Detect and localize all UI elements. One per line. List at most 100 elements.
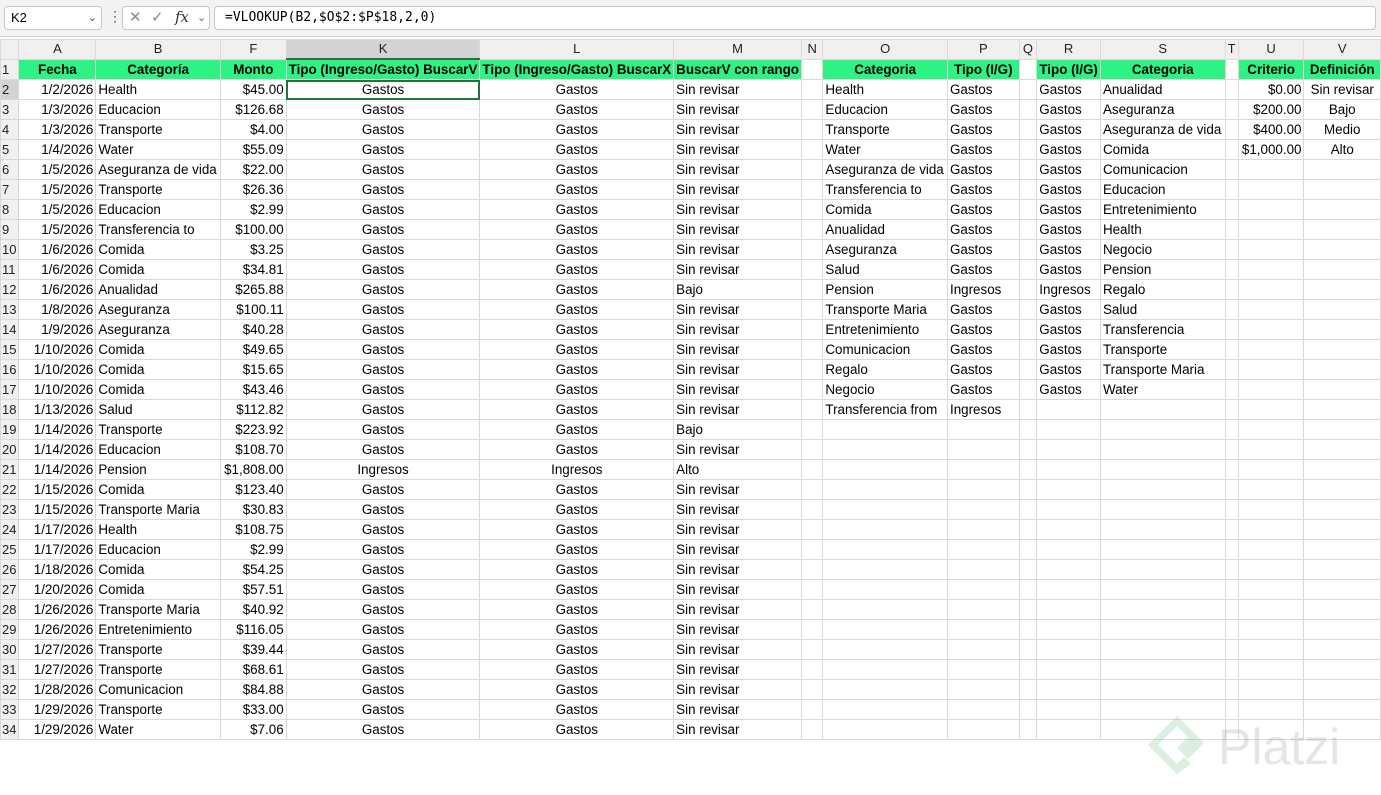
lookup-category-cell[interactable]: Negocio <box>822 379 948 400</box>
xlookup-type-cell[interactable]: Gastos <box>479 559 675 580</box>
lookup-category-cell[interactable]: Transporte Maria <box>1099 359 1226 380</box>
amount-cell[interactable]: $126.68 <box>219 99 287 120</box>
lookup-type-cell[interactable]: Gastos <box>1036 99 1101 120</box>
lookup-category-cell[interactable]: Health <box>822 79 948 100</box>
empty-cell[interactable] <box>1303 719 1381 740</box>
category-cell[interactable]: Comida <box>95 339 221 360</box>
lookup-type-cell[interactable]: Gastos <box>1036 199 1101 220</box>
lookup-category-cell[interactable]: Entretenimiento <box>1099 199 1226 220</box>
empty-cell[interactable] <box>1018 519 1038 540</box>
xlookup-type-cell[interactable]: Gastos <box>479 79 675 100</box>
empty-cell[interactable] <box>1036 399 1101 420</box>
empty-cell[interactable] <box>1018 259 1038 280</box>
empty-cell[interactable] <box>1036 479 1101 500</box>
empty-cell[interactable] <box>1224 79 1239 100</box>
xlookup-type-cell[interactable]: Ingresos <box>479 459 675 480</box>
empty-cell[interactable] <box>822 699 948 720</box>
vlookup-type-cell[interactable]: Gastos <box>285 339 481 360</box>
date-cell[interactable]: 1/15/2026 <box>18 499 97 520</box>
empty-cell[interactable] <box>800 58 824 80</box>
lookup-category-cell[interactable]: Pension <box>822 279 948 300</box>
range-lookup-cell[interactable]: Sin revisar <box>673 539 802 560</box>
date-cell[interactable]: 1/17/2026 <box>18 539 97 560</box>
row-header[interactable]: 30 <box>0 639 20 660</box>
empty-cell[interactable] <box>800 139 824 160</box>
empty-cell[interactable] <box>800 699 824 720</box>
empty-cell[interactable] <box>1018 319 1038 340</box>
vlookup-type-cell[interactable]: Gastos <box>285 599 481 620</box>
empty-cell[interactable] <box>1018 459 1038 480</box>
empty-cell[interactable] <box>800 379 824 400</box>
empty-cell[interactable] <box>800 79 824 100</box>
xlookup-type-cell[interactable]: Gastos <box>479 119 675 140</box>
amount-cell[interactable]: $55.09 <box>219 139 287 160</box>
row-header[interactable]: 21 <box>0 459 20 480</box>
amount-cell[interactable]: $54.25 <box>219 559 287 580</box>
row-header[interactable]: 14 <box>0 319 20 340</box>
lookup-type-cell[interactable]: Gastos <box>946 339 1020 360</box>
lookup-type-cell[interactable]: Gastos <box>1036 379 1101 400</box>
empty-cell[interactable] <box>822 439 948 460</box>
empty-cell[interactable] <box>1303 199 1381 220</box>
column-header-a[interactable]: A <box>18 39 97 60</box>
row-header[interactable]: 2 <box>0 79 20 100</box>
empty-cell[interactable] <box>1099 479 1226 500</box>
amount-cell[interactable]: $15.65 <box>219 359 287 380</box>
empty-cell[interactable] <box>946 419 1020 440</box>
range-lookup-cell[interactable]: Alto <box>673 459 802 480</box>
empty-cell[interactable] <box>1224 499 1239 520</box>
empty-cell[interactable] <box>1237 599 1305 620</box>
empty-cell[interactable] <box>800 319 824 340</box>
empty-cell[interactable] <box>1099 659 1226 680</box>
category-cell[interactable]: Transporte <box>95 639 221 660</box>
xlookup-type-cell[interactable]: Gastos <box>479 619 675 640</box>
date-cell[interactable]: 1/5/2026 <box>18 199 97 220</box>
lookup-type-cell[interactable]: Gastos <box>946 219 1020 240</box>
empty-cell[interactable] <box>1018 679 1038 700</box>
date-cell[interactable]: 1/5/2026 <box>18 219 97 240</box>
xlookup-type-cell[interactable]: Gastos <box>479 479 675 500</box>
empty-cell[interactable] <box>822 639 948 660</box>
lookup-type-cell[interactable]: Gastos <box>946 379 1020 400</box>
column-header-l[interactable]: L <box>479 39 675 60</box>
row-header[interactable]: 9 <box>0 219 20 240</box>
criteria-value-cell[interactable]: $200.00 <box>1237 99 1305 120</box>
empty-cell[interactable] <box>800 219 824 240</box>
empty-cell[interactable] <box>1237 399 1305 420</box>
xlookup-type-cell[interactable]: Gastos <box>479 159 675 180</box>
lookup-type-cell[interactable]: Gastos <box>1036 159 1101 180</box>
empty-cell[interactable] <box>800 399 824 420</box>
lookup-category-cell[interactable]: Salud <box>1099 299 1226 320</box>
vlookup-type-cell[interactable]: Gastos <box>285 499 481 520</box>
lookup-type-cell[interactable]: Gastos <box>946 239 1020 260</box>
empty-cell[interactable] <box>1237 279 1305 300</box>
column-header-f[interactable]: F <box>219 39 287 60</box>
vlookup-type-cell[interactable]: Gastos <box>285 719 481 740</box>
vlookup-type-cell[interactable]: Gastos <box>285 439 481 460</box>
amount-cell[interactable]: $3.25 <box>219 239 287 260</box>
category-cell[interactable]: Anualidad <box>95 279 221 300</box>
lookup-category-cell[interactable]: Transporte <box>1099 339 1226 360</box>
empty-cell[interactable] <box>1303 439 1381 460</box>
category-cell[interactable]: Water <box>95 139 221 160</box>
lookup-type-cell[interactable]: Gastos <box>1036 79 1101 100</box>
amount-cell[interactable]: $68.61 <box>219 659 287 680</box>
lookup-category-cell[interactable]: Regalo <box>822 359 948 380</box>
amount-cell[interactable]: $34.81 <box>219 259 287 280</box>
date-cell[interactable]: 1/18/2026 <box>18 559 97 580</box>
column-header-r[interactable]: R <box>1036 39 1101 60</box>
lookup-type-cell[interactable]: Ingresos <box>1036 279 1101 300</box>
empty-cell[interactable] <box>822 599 948 620</box>
empty-cell[interactable] <box>946 659 1020 680</box>
row-header[interactable]: 17 <box>0 379 20 400</box>
date-cell[interactable]: 1/27/2026 <box>18 659 97 680</box>
empty-cell[interactable] <box>1303 319 1381 340</box>
lookup-type-cell[interactable]: Gastos <box>946 139 1020 160</box>
row-header[interactable]: 24 <box>0 519 20 540</box>
lookup-type-cell[interactable]: Gastos <box>946 79 1020 100</box>
empty-cell[interactable] <box>800 659 824 680</box>
empty-cell[interactable] <box>800 599 824 620</box>
empty-cell[interactable] <box>1237 639 1305 660</box>
xlookup-type-cell[interactable]: Gastos <box>479 279 675 300</box>
row-header[interactable]: 6 <box>0 159 20 180</box>
